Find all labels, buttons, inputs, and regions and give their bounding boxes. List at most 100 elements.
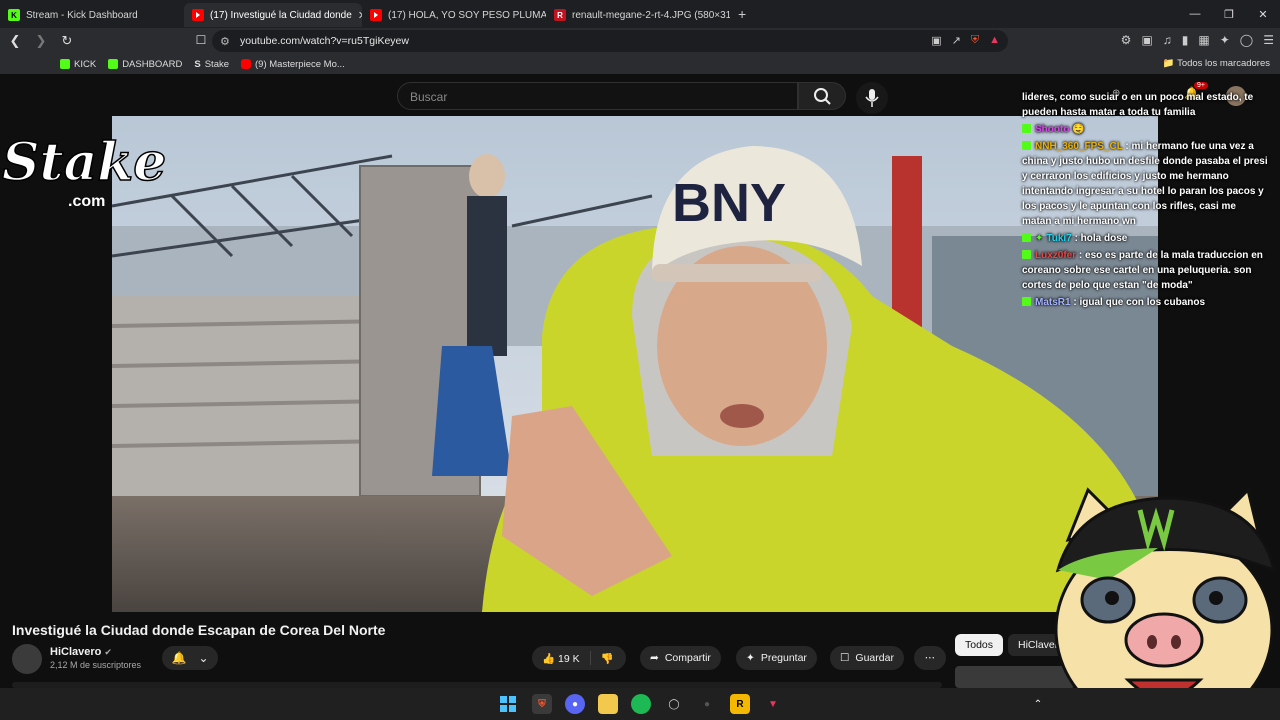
tab-youtube-active[interactable]: (17) Investigué la Ciudad donde ✕ xyxy=(184,3,362,27)
chat-message: Shooto 🤤 xyxy=(1022,122,1268,137)
discord-icon[interactable]: ● xyxy=(565,694,585,714)
forward-icon[interactable]: ❯ xyxy=(30,33,52,49)
thumbs-down-icon: 👎 xyxy=(600,652,614,665)
brave-rewards-icon[interactable]: ▲ xyxy=(989,34,1000,47)
chat-username: Tuki7 xyxy=(1046,233,1072,244)
close-window-icon[interactable]: ✕ xyxy=(1246,8,1280,21)
minimize-icon[interactable]: — xyxy=(1178,8,1212,20)
bookmark-label: (9) Masterpiece Mo... xyxy=(255,58,345,70)
bookmark-masterpiece[interactable]: (9) Masterpiece Mo... xyxy=(241,59,345,70)
video-title: Investigué la Ciudad donde Escapan de Co… xyxy=(12,622,386,638)
windows-taskbar: ⛨ ● ◯ ● R ▼ ⌃ xyxy=(0,688,1280,720)
chip-todos[interactable]: Todos xyxy=(955,634,1004,656)
url-text: youtube.com/watch?v=ru5TgiKeyew xyxy=(240,35,409,47)
microphone-icon xyxy=(865,89,879,107)
share-button[interactable]: ➦ Compartir xyxy=(640,646,721,670)
bookmark-kick[interactable]: KICK xyxy=(60,59,96,70)
youtube-page: Buscar ⊕ 🔔 9+ BNY Stake .com lideres, co… xyxy=(0,74,1280,688)
bookmark-icon[interactable]: ☐ xyxy=(190,33,212,47)
obs-icon[interactable]: ◯ xyxy=(664,694,684,714)
dislike-button[interactable]: 👎 xyxy=(601,652,614,665)
save-button[interactable]: ☐ Guardar xyxy=(830,646,904,670)
all-bookmarks-label: Todos los marcadores xyxy=(1177,58,1270,69)
cast-icon[interactable]: ▣ xyxy=(931,34,941,47)
sparkle-icon: ✦ xyxy=(1035,233,1044,244)
sidebar-icon[interactable]: ▮ xyxy=(1182,33,1189,47)
tab-youtube-peso-pluma[interactable]: (17) HOLA, YO SOY PESO PLUMA // I xyxy=(362,3,546,27)
tab-label: (17) HOLA, YO SOY PESO PLUMA // I xyxy=(388,9,546,21)
share-arrow-icon: ➦ xyxy=(650,652,659,664)
brave-shield-icon[interactable]: ⛨ xyxy=(971,34,979,47)
app-icon[interactable]: ● xyxy=(697,694,717,714)
tab-kick-dashboard[interactable]: K Stream - Kick Dashboard xyxy=(0,3,184,27)
tab-label: renault-megane-2-rt-4.JPG (580×31 xyxy=(572,9,730,21)
subscriber-count: 2,12 M de suscriptores xyxy=(50,660,142,670)
search-button[interactable] xyxy=(798,82,846,110)
save-label: Guardar xyxy=(855,652,894,664)
bookmark-stake[interactable]: S Stake xyxy=(194,59,229,70)
notification-badge: 9+ xyxy=(1194,82,1208,89)
share-icon[interactable]: ↗ xyxy=(952,34,961,47)
chat-message: NNH_360_FPS_CL : mi hermano fue una vez … xyxy=(1022,139,1268,229)
wallet-icon[interactable]: ▦ xyxy=(1198,33,1209,47)
extensions-icon[interactable]: ⚙ xyxy=(1121,33,1132,47)
voice-search-button[interactable] xyxy=(856,82,888,114)
more-actions-button[interactable]: ⋯ xyxy=(914,646,946,670)
bookmark-icon: ☐ xyxy=(840,652,850,664)
like-button[interactable]: 👍 19 K xyxy=(542,652,580,665)
site-settings-icon[interactable]: ⚙ xyxy=(220,35,230,48)
channel-avatar[interactable] xyxy=(12,644,42,674)
vpn-app-icon[interactable]: ▼ xyxy=(763,694,783,714)
back-icon[interactable]: ❮ xyxy=(4,33,26,49)
subscription-bell-button[interactable]: 🔔 ⌄ xyxy=(162,646,218,670)
music-icon[interactable]: ♫ xyxy=(1163,33,1172,47)
screenshot-icon[interactable]: ▣ xyxy=(1141,33,1152,47)
chat-username: NNH_360_FPS_CL xyxy=(1035,141,1123,152)
youtube-icon xyxy=(192,9,204,21)
reload-icon[interactable]: ↻ xyxy=(56,33,78,49)
folder-icon: 📁 xyxy=(1162,58,1175,69)
bookmarks-bar: KICK DASHBOARD S Stake (9) Masterpiece M… xyxy=(0,54,1280,74)
stake-logo-text: Stake xyxy=(2,132,166,193)
file-explorer-icon[interactable] xyxy=(598,694,618,714)
all-bookmarks[interactable]: 📁 Todos los marcadores xyxy=(1163,58,1270,69)
youtube-icon xyxy=(370,9,382,21)
stake-logo-domain: .com xyxy=(68,193,105,210)
kick-badge-icon xyxy=(1022,297,1031,306)
kick-badge-icon xyxy=(1022,124,1031,133)
leo-icon[interactable]: ✦ xyxy=(1220,33,1230,47)
like-count: 19 K xyxy=(558,652,580,665)
channel-name-text: HiClavero xyxy=(50,646,102,658)
chat-text: : hola dose xyxy=(1074,233,1128,244)
chat-message: MatsR1 : igual que con los cubanos xyxy=(1022,295,1268,310)
sparkle-icon: ✦ xyxy=(746,652,755,664)
ask-button[interactable]: ✦ Preguntar xyxy=(736,646,817,670)
chevron-up-icon[interactable]: ⌃ xyxy=(1028,694,1048,714)
chat-username: MatsR1 xyxy=(1035,297,1071,308)
chat-message: Luxz0fer : eso es parte de la mala tradu… xyxy=(1022,248,1268,293)
spotify-icon[interactable] xyxy=(631,694,651,714)
video-player[interactable]: BNY xyxy=(112,116,1158,612)
new-tab-button[interactable]: + xyxy=(738,6,746,22)
mascot-overlay xyxy=(1054,487,1277,688)
search-placeholder: Buscar xyxy=(410,90,448,104)
chip-label: Todos xyxy=(965,639,994,651)
restore-icon[interactable]: ❐ xyxy=(1212,8,1246,21)
menu-icon[interactable]: ☰ xyxy=(1263,33,1274,47)
address-bar[interactable]: ⚙ youtube.com/watch?v=ru5TgiKeyew ▣ ↗ ⛨ … xyxy=(212,30,1008,52)
vpn-icon[interactable]: ◯ xyxy=(1240,33,1253,47)
kick-icon xyxy=(108,59,119,69)
start-icon[interactable] xyxy=(498,694,518,714)
tab-label: (17) Investigué la Ciudad donde xyxy=(210,9,352,21)
bookmark-dashboard[interactable]: DASHBOARD xyxy=(108,59,182,70)
rockstar-icon[interactable]: R xyxy=(730,694,750,714)
kick-chat-overlay: lideres, como suciar o en un poco mal es… xyxy=(1022,90,1268,312)
brave-browser-icon[interactable]: ⛨ xyxy=(532,694,552,714)
tab-renault-image[interactable]: R renault-megane-2-rt-4.JPG (580×31 xyxy=(546,3,730,27)
share-label: Compartir xyxy=(664,652,711,664)
close-tab-icon[interactable]: ✕ xyxy=(352,9,362,22)
tab-label: Stream - Kick Dashboard xyxy=(26,9,138,21)
kick-icon xyxy=(60,59,70,69)
search-input[interactable]: Buscar xyxy=(397,82,798,110)
channel-name[interactable]: HiClavero ✔ xyxy=(50,646,112,658)
